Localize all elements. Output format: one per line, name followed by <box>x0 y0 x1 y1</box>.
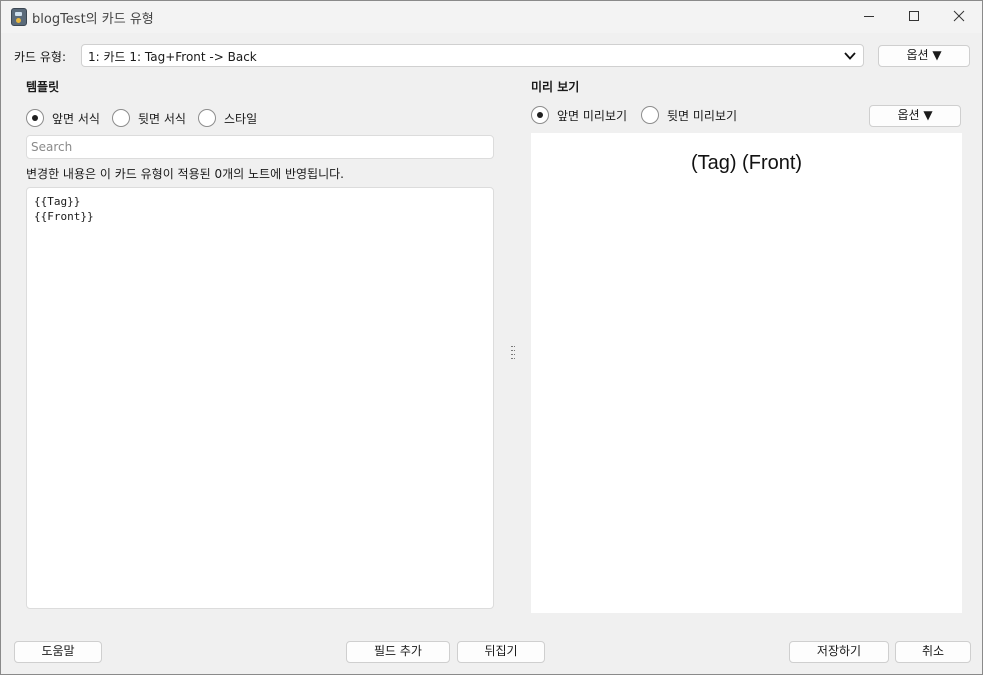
template-search-input[interactable] <box>26 135 494 159</box>
styling-label: 스타일 <box>224 112 258 126</box>
preview-section-title: 미리 보기 <box>531 80 580 94</box>
chevron-down-icon <box>844 52 856 60</box>
cancel-button[interactable]: 취소 <box>895 641 971 663</box>
maximize-icon <box>909 11 919 21</box>
note-type-options-button[interactable]: 옵션 ▼ <box>878 45 970 67</box>
template-editor[interactable]: {{Tag}} {{Front}} <box>26 187 494 609</box>
back-preview-label: 뒷면 미리보기 <box>667 109 738 123</box>
save-button[interactable]: 저장하기 <box>789 641 889 663</box>
card-preview-pane: (Tag) (Front) <box>531 133 962 613</box>
template-section-title: 템플릿 <box>26 80 60 94</box>
preview-options-button[interactable]: 옵션 ▼ <box>869 105 961 127</box>
title-bar[interactable]: blogTest의 카드 유형 <box>1 1 982 33</box>
back-template-radio[interactable] <box>112 109 130 127</box>
front-template-radio[interactable] <box>26 109 44 127</box>
close-button[interactable] <box>936 1 982 32</box>
back-template-label: 뒷면 서식 <box>138 112 186 126</box>
front-template-label: 앞면 서식 <box>52 112 100 126</box>
add-field-button[interactable]: 필드 추가 <box>346 641 450 663</box>
preview-card-content: (Tag) (Front) <box>690 152 803 174</box>
front-preview-label: 앞면 미리보기 <box>557 109 628 123</box>
back-preview-radio[interactable] <box>641 106 659 124</box>
flip-button[interactable]: 뒤집기 <box>457 641 545 663</box>
card-types-window: blogTest의 카드 유형 카드 유형: 1: 카드 1: Tag+Fron… <box>0 0 983 675</box>
template-change-notice: 변경한 내용은 이 카드 유형이 적용된 0개의 노트에 반영됩니다. <box>26 167 344 181</box>
front-preview-radio[interactable] <box>531 106 549 124</box>
minimize-icon <box>864 16 874 17</box>
editor-line: {{Front}} <box>34 210 94 223</box>
minimize-button[interactable] <box>846 1 892 32</box>
close-icon <box>953 10 965 22</box>
splitter-handle-icon[interactable] <box>511 346 516 360</box>
editor-line: {{Tag}} <box>34 195 81 208</box>
window-title: blogTest의 카드 유형 <box>32 12 154 27</box>
note-type-label: 카드 유형: <box>14 50 67 64</box>
help-button[interactable]: 도움말 <box>14 641 102 663</box>
note-type-value: 1: 카드 1: Tag+Front -> Back <box>88 50 257 64</box>
anki-app-icon <box>11 8 27 26</box>
styling-radio[interactable] <box>198 109 216 127</box>
note-type-select[interactable]: 1: 카드 1: Tag+Front -> Back <box>81 44 864 67</box>
maximize-button[interactable] <box>891 1 937 32</box>
